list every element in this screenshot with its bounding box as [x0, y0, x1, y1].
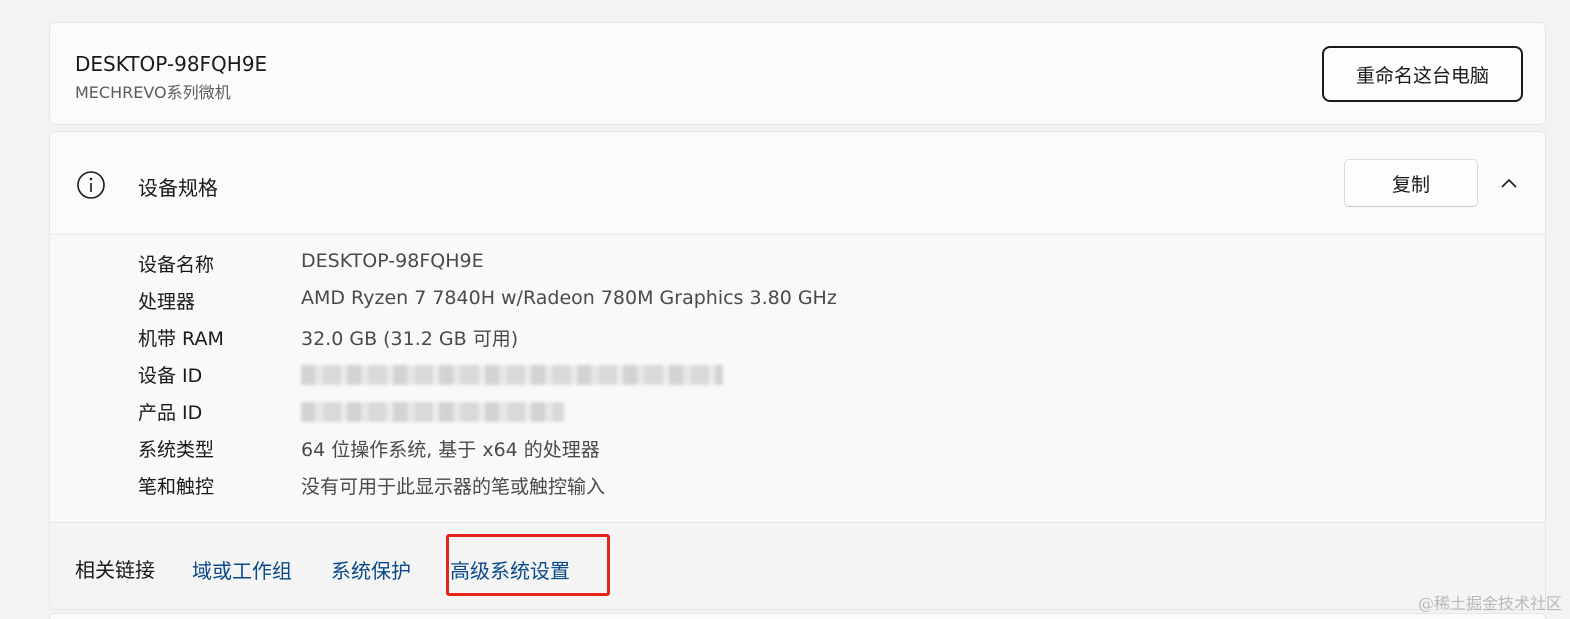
- spec-row-device-id: 设备 ID: [50, 347, 1545, 387]
- spec-value[interactable]: DESKTOP-98FQH9E: [301, 250, 484, 272]
- highlight-annotation: [446, 534, 610, 596]
- spec-row-device-name: 设备名称 DESKTOP-98FQH9E: [50, 236, 1545, 276]
- related-links-label: 相关链接: [75, 558, 155, 582]
- watermark: @稀土掘金技术社区: [1417, 594, 1562, 613]
- spec-row-product-id: 产品 ID: [50, 384, 1545, 424]
- spec-label: 笔和触控: [138, 476, 215, 498]
- info-icon: [77, 171, 105, 199]
- spec-row-ram: 机带 RAM 32.0 GB (31.2 GB 可用): [50, 310, 1545, 350]
- specs-title: 设备规格: [138, 176, 218, 200]
- device-name: DESKTOP-98FQH9E: [75, 52, 268, 76]
- spec-row-system-type: 系统类型 64 位操作系统, 基于 x64 的处理器: [50, 421, 1545, 461]
- spec-value[interactable]: 没有可用于此显示器的笔或触控输入: [301, 472, 605, 499]
- spec-value[interactable]: AMD Ryzen 7 7840H w/Radeon 780M Graphics…: [301, 287, 837, 309]
- device-model: MECHREVO系列微机: [75, 83, 231, 102]
- link-domain-workgroup[interactable]: 域或工作组: [192, 555, 292, 584]
- rename-pc-button[interactable]: 重命名这台电脑: [1322, 46, 1523, 102]
- redacted-device-id: [301, 365, 723, 385]
- spec-row-processor: 处理器 AMD Ryzen 7 7840H w/Radeon 780M Grap…: [50, 273, 1545, 313]
- link-system-protection[interactable]: 系统保护: [331, 555, 411, 584]
- next-card-edge: [49, 613, 1546, 619]
- redacted-product-id: [301, 402, 564, 422]
- specs-header[interactable]: 设备规格 复制: [50, 132, 1545, 235]
- device-name-card: DESKTOP-98FQH9E MECHREVO系列微机 重命名这台电脑: [49, 22, 1546, 125]
- specs-list: 设备名称 DESKTOP-98FQH9E 处理器 AMD Ryzen 7 784…: [50, 236, 1545, 522]
- device-specs-card: 设备规格 复制 设备名称 DESKTOP-98FQH9E 处理器 AMD Ryz…: [49, 131, 1546, 610]
- copy-button[interactable]: 复制: [1344, 159, 1478, 207]
- spec-row-pen-touch: 笔和触控 没有可用于此显示器的笔或触控输入: [50, 458, 1545, 498]
- chevron-up-icon[interactable]: [1499, 175, 1519, 191]
- related-links: 相关链接 域或工作组 系统保护 高级系统设置: [50, 522, 1545, 609]
